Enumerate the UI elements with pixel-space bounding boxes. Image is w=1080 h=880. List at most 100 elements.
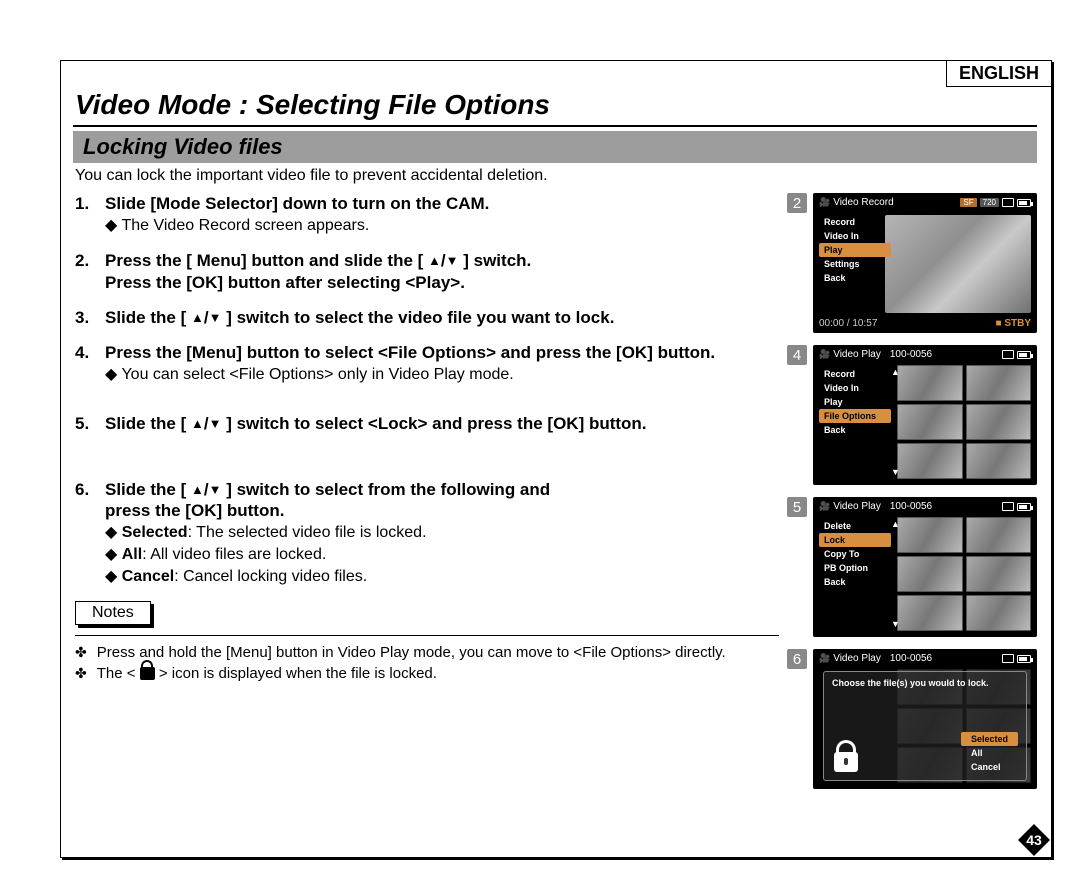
triangle-up-icon: ▲ xyxy=(191,416,204,431)
camera-icon xyxy=(819,501,830,512)
memory-card-icon xyxy=(1002,654,1014,663)
step-5: 5. Slide the [ ▲/▼ ] switch to select <L… xyxy=(75,413,779,434)
thumbnail[interactable] xyxy=(966,517,1032,553)
triangle-down-icon: ▼ xyxy=(209,482,222,497)
memory-card-icon xyxy=(1002,350,1014,359)
lock-dialog: Choose the file(s) you would to lock. Se… xyxy=(823,671,1027,781)
step-4: 4. Press the [Menu] button to select <Fi… xyxy=(75,342,779,385)
thumbnail[interactable] xyxy=(897,443,963,479)
camera-icon xyxy=(819,349,830,360)
thumbnail[interactable] xyxy=(897,517,963,553)
memory-card-icon xyxy=(1002,502,1014,511)
battery-icon xyxy=(1017,351,1031,359)
menu-item-record[interactable]: Record xyxy=(819,367,891,381)
option-selected[interactable]: Selected xyxy=(961,732,1018,746)
triangle-down-icon: ▼ xyxy=(209,416,222,431)
screens-column: 2 Video Record SF 720 Record Video xyxy=(787,193,1037,789)
thumbnail[interactable] xyxy=(966,595,1032,631)
stby-label: ■ STBY xyxy=(996,318,1032,329)
title-divider xyxy=(73,125,1037,127)
page-title: Video Mode : Selecting File Options xyxy=(75,89,1039,121)
mode-label: Video Play xyxy=(833,653,881,664)
triangle-down-icon: ▼ xyxy=(209,310,222,325)
menu-item-file-options[interactable]: File Options xyxy=(819,409,891,423)
screen-2-block: 2 Video Record SF 720 Record Video xyxy=(787,193,1037,333)
menu-item-video-in[interactable]: Video In xyxy=(819,229,891,243)
camera-icon xyxy=(819,653,830,664)
screen-6-badge: 6 xyxy=(787,649,807,669)
menu-item-video-in[interactable]: Video In xyxy=(819,381,891,395)
menu-item-settings[interactable]: Settings xyxy=(819,257,891,271)
screen-4: Video Play 100-0056 ▲▼ xyxy=(813,345,1037,485)
screen-5-block: 5 Video Play 100-0056 xyxy=(787,497,1037,637)
step-6: 6. Slide the [ ▲/▼ ] switch to select fr… xyxy=(75,479,779,588)
thumbnail[interactable] xyxy=(897,556,963,592)
camera-icon xyxy=(819,197,830,208)
steps-column: 1. Slide [Mode Selector] down to turn on… xyxy=(75,193,787,789)
triangle-up-icon: ▲ xyxy=(191,310,204,325)
thumbnail[interactable] xyxy=(897,365,963,401)
thumbnail[interactable] xyxy=(966,404,1032,440)
screen-4-badge: 4 xyxy=(787,345,807,365)
triangle-up-icon: ▲ xyxy=(191,482,204,497)
mode-label: Video Play xyxy=(833,349,881,360)
memory-card-icon xyxy=(1002,198,1014,207)
notes-section: Notes Press and hold the [Menu] button i… xyxy=(75,601,779,682)
screen-2: Video Record SF 720 Record Video In Play… xyxy=(813,193,1037,333)
option-cancel[interactable]: Cancel xyxy=(961,760,1018,774)
thumbnail[interactable] xyxy=(966,556,1032,592)
thumbnail[interactable] xyxy=(897,595,963,631)
notes-label: Notes xyxy=(75,601,151,625)
subtitle: Locking Video files xyxy=(83,134,283,159)
menu-item-record[interactable]: Record xyxy=(819,215,891,229)
resolution-badge: 720 xyxy=(980,198,999,207)
subtitle-bar: Locking Video files xyxy=(73,131,1037,163)
mode-label: Video Play xyxy=(833,501,881,512)
menu-list: Record Video In Play Settings Back xyxy=(819,215,891,285)
screen-5: Video Play 100-0056 ▲▼ xyxy=(813,497,1037,637)
thumbnail[interactable] xyxy=(966,365,1032,401)
scroll-arrows: ▲▼ xyxy=(891,519,900,629)
menu-list: Delete Lock Copy To PB Option Back xyxy=(819,519,891,589)
time-counter: 00:00 / 10:57 xyxy=(819,318,877,329)
folder-label: 100-0056 xyxy=(890,349,932,360)
folder-label: 100-0056 xyxy=(890,653,932,664)
screen-6-block: 6 Video Play 100-0056 xyxy=(787,649,1037,789)
page-number-badge: 43 xyxy=(1016,822,1052,858)
lock-icon xyxy=(140,667,155,680)
battery-icon xyxy=(1017,199,1031,207)
page-frame: ENGLISH Video Mode : Selecting File Opti… xyxy=(60,60,1052,858)
step-1: 1. Slide [Mode Selector] down to turn on… xyxy=(75,193,779,236)
menu-item-play[interactable]: Play xyxy=(819,395,891,409)
battery-icon xyxy=(1017,503,1031,511)
intro-text: You can lock the important video file to… xyxy=(75,167,1037,185)
triangle-up-icon: ▲ xyxy=(428,253,441,268)
battery-icon xyxy=(1017,655,1031,663)
note-1: Press and hold the [Menu] button in Vide… xyxy=(75,644,779,661)
note-2: The < > icon is displayed when the file … xyxy=(75,665,779,682)
thumbnail[interactable] xyxy=(897,404,963,440)
screen-2-badge: 2 xyxy=(787,193,807,213)
thumbnail[interactable] xyxy=(966,443,1032,479)
menu-item-pb-option[interactable]: PB Option xyxy=(819,561,891,575)
menu-item-back[interactable]: Back xyxy=(819,271,891,285)
dialog-prompt: Choose the file(s) you would to lock. xyxy=(832,678,1018,690)
menu-item-back[interactable]: Back xyxy=(819,423,891,437)
menu-item-play[interactable]: Play xyxy=(819,243,891,257)
menu-item-back[interactable]: Back xyxy=(819,575,891,589)
menu-item-lock[interactable]: Lock xyxy=(819,533,891,547)
folder-label: 100-0056 xyxy=(890,501,932,512)
mode-label: Video Record xyxy=(833,197,893,208)
preview-image xyxy=(885,215,1031,313)
lock-icon xyxy=(834,752,858,772)
screen-6: Video Play 100-0056 xyxy=(813,649,1037,789)
menu-item-delete[interactable]: Delete xyxy=(819,519,891,533)
option-all[interactable]: All xyxy=(961,746,1018,760)
thumbnail-grid xyxy=(897,517,1031,631)
step-2: 2. Press the [ Menu] button and slide th… xyxy=(75,250,779,293)
screen-5-badge: 5 xyxy=(787,497,807,517)
menu-item-copy-to[interactable]: Copy To xyxy=(819,547,891,561)
screen-4-block: 4 Video Play 100-0056 xyxy=(787,345,1037,485)
triangle-down-icon: ▼ xyxy=(446,253,459,268)
step-3: 3. Slide the [ ▲/▼ ] switch to select th… xyxy=(75,307,779,328)
